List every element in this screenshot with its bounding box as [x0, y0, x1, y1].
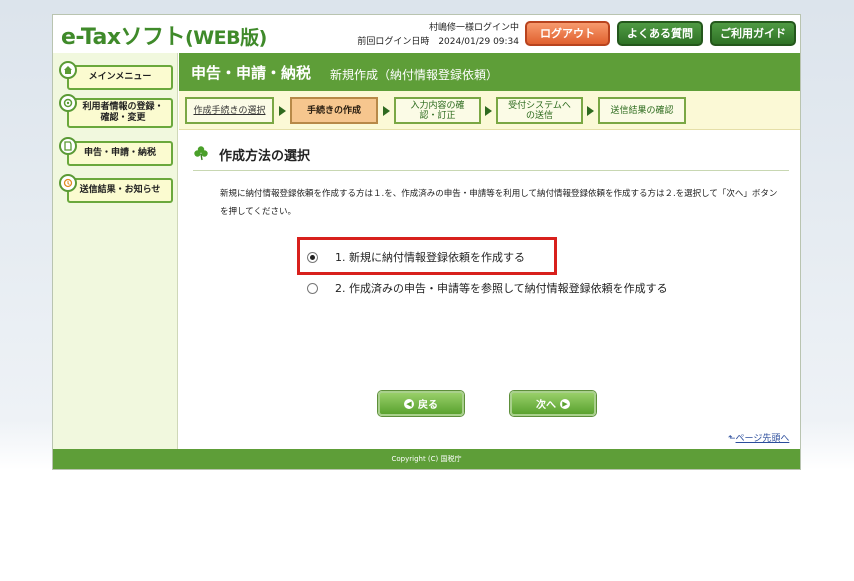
page-subtitle: 新規作成（納付情報登録依頼） [330, 68, 499, 82]
radio-new-create[interactable] [307, 251, 318, 263]
notice-icon [59, 174, 77, 192]
step-create-procedure: 手続きの作成 [290, 97, 378, 124]
next-label: 次へ [536, 400, 556, 411]
copyright-text: Copyright (C) 国税庁 [391, 455, 462, 463]
home-icon [59, 61, 77, 79]
last-login-time: 前回ログイン日時 2024/01/29 09:34 [357, 37, 519, 47]
sidebar-item-user-info[interactable]: 利用者情報の登録・確認・変更 [59, 94, 173, 128]
page-title: 申告・申請・納税 [191, 64, 312, 82]
section-title: 作成方法の選択 [219, 149, 311, 164]
step-arrow-icon [383, 106, 390, 116]
back-arrow-icon: ◀ [404, 398, 414, 409]
sidebar: メインメニュー 利用者情報の登録・確認・変更 申告・申請・納税 送信結果・お知ら… [53, 53, 178, 449]
logo-main-text: e-Taxソフト [61, 25, 186, 50]
step-confirm-input: 入力内容の確認・訂正 [394, 97, 481, 124]
option-reference-existing[interactable]: 2. 作成済みの申告・申請等を参照して納付情報登録依頼を作成する [307, 277, 668, 299]
option-label: 1. 新規に納付情報登録依頼を作成する [335, 251, 525, 264]
etax-logo: e-Taxソフト(WEB版) [61, 19, 267, 51]
sidebar-item-filing[interactable]: 申告・申請・納税 [59, 137, 173, 166]
step-send-to-system: 受付システムへの送信 [496, 97, 583, 124]
step-arrow-icon [279, 106, 286, 116]
sidebar-item-results[interactable]: 送信結果・お知らせ [59, 174, 173, 203]
sidebar-item-main-menu[interactable]: メインメニュー [59, 61, 173, 90]
faq-button[interactable]: よくある質問 [617, 21, 703, 46]
back-label: 戻る [418, 400, 438, 411]
sidebar-item-label: メインメニュー [88, 72, 152, 82]
next-button[interactable]: 次へ ▶ [510, 391, 596, 416]
instruction-text: 新規に納付情報登録依頼を作成する方は１.を、作成済みの申告・申請等を利用して納付… [220, 189, 778, 217]
step-arrow-icon [485, 106, 492, 116]
footer: Copyright (C) 国税庁 [53, 449, 800, 469]
up-arrow-icon: ⬑ [728, 434, 736, 444]
next-arrow-icon: ▶ [560, 398, 570, 409]
option-label: 2. 作成済みの申告・申請等を参照して納付情報登録依頼を作成する [335, 282, 668, 295]
page-title-bar: 申告・申請・納税 新規作成（納付情報登録依頼） [179, 53, 800, 91]
logo-web-text: (WEB版) [185, 27, 267, 49]
step-check-result: 送信結果の確認 [598, 97, 686, 124]
user-guide-button[interactable]: ご利用ガイド [710, 21, 796, 46]
user-login-status: 村嶋修一様ログイン中 [428, 23, 519, 33]
step-arrow-icon [587, 106, 594, 116]
step-progress: 作成手続きの選択 手続きの作成 入力内容の確認・訂正 受付システムへの送信 送信… [179, 91, 800, 130]
header: e-Taxソフト(WEB版) 村嶋修一様ログイン中 前回ログイン日時 2024/… [53, 15, 800, 53]
radio-reference-existing[interactable] [307, 282, 318, 294]
sidebar-item-label: 申告・申請・納税 [83, 148, 156, 158]
section-header: 作成方法の選択 [193, 143, 789, 171]
document-icon [59, 137, 77, 155]
logout-button[interactable]: ログアウト [525, 21, 610, 46]
clover-icon [194, 146, 208, 161]
page-top-link[interactable]: ⬑ページ先頭へ [728, 431, 789, 444]
step-select-procedure[interactable]: 作成手続きの選択 [185, 97, 274, 124]
page-top-label: ページ先頭へ [735, 434, 790, 444]
sidebar-item-label: 利用者情報の登録・確認・変更 [82, 102, 164, 123]
app-window: e-Taxソフト(WEB版) 村嶋修一様ログイン中 前回ログイン日時 2024/… [52, 14, 801, 470]
back-button[interactable]: ◀ 戻る [378, 391, 464, 416]
sidebar-item-label: 送信結果・お知らせ [79, 185, 161, 195]
option-new-create[interactable]: 1. 新規に納付情報登録依頼を作成する [307, 246, 525, 268]
login-info: 村嶋修一様ログイン中 前回ログイン日時 2024/01/29 09:34 [339, 21, 519, 49]
user-info-icon [59, 94, 77, 112]
